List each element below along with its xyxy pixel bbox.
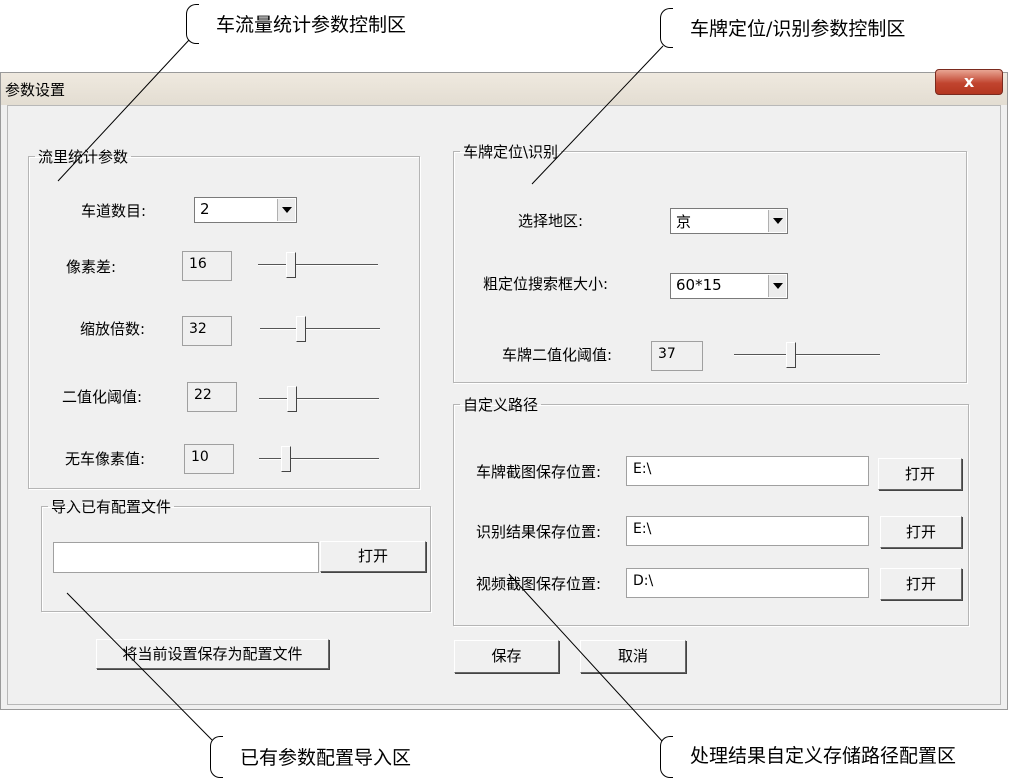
window-title: 参数设置 <box>5 81 66 99</box>
pixel-diff-label: 像素差: <box>66 258 117 276</box>
binary-threshold-value: 22 <box>187 382 237 412</box>
region-label: 选择地区: <box>518 212 584 230</box>
region-value: 京 <box>676 213 692 231</box>
empty-pixel-slider[interactable] <box>259 444 379 474</box>
open-video-crop-button[interactable]: 打开 <box>880 568 962 600</box>
open-plate-crop-button[interactable]: 打开 <box>878 458 962 490</box>
callout-bracket <box>210 736 223 778</box>
plate-crop-path-input[interactable]: E:\ <box>626 456 869 486</box>
plate-binary-value: 37 <box>651 341 703 371</box>
slider-thumb[interactable] <box>786 342 796 368</box>
callout-bracket <box>660 8 673 48</box>
slider-thumb[interactable] <box>281 446 291 472</box>
import-config-legend: 导入已有配置文件 <box>51 498 172 516</box>
pixel-diff-slider[interactable] <box>258 250 378 280</box>
close-button[interactable]: x <box>935 69 1003 95</box>
zoom-slider[interactable] <box>260 314 380 344</box>
slider-thumb[interactable] <box>296 316 306 342</box>
zoom-label: 缩放倍数: <box>80 320 146 338</box>
open-config-button[interactable]: 打开 <box>320 541 426 572</box>
search-size-select[interactable]: 60*15 <box>670 273 788 299</box>
callout-path-area: 处理结果自定义存储路径配置区 <box>690 745 957 767</box>
empty-pixel-value: 10 <box>184 444 234 474</box>
callout-plate-params: 车牌定位/识别参数控制区 <box>690 18 906 40</box>
lanes-value: 2 <box>200 200 210 218</box>
slider-thumb[interactable] <box>286 252 296 278</box>
lanes-select[interactable]: 2 <box>194 197 297 223</box>
config-file-path-input[interactable] <box>53 542 319 573</box>
search-size-label: 粗定位搜索框大小: <box>483 275 609 293</box>
title-bar[interactable]: 参数设置 x <box>1 69 1007 105</box>
empty-pixel-label: 无车像素值: <box>65 450 146 468</box>
plate-binary-label: 车牌二值化阈值: <box>502 346 613 364</box>
binary-threshold-slider[interactable] <box>259 384 379 414</box>
chevron-down-icon[interactable] <box>768 275 786 297</box>
callout-import-area: 已有参数配置导入区 <box>240 747 412 769</box>
search-size-value: 60*15 <box>676 276 722 294</box>
chevron-down-icon[interactable] <box>277 199 295 221</box>
plate-binary-slider[interactable] <box>734 340 880 370</box>
save-button[interactable]: 保存 <box>454 640 559 673</box>
cancel-button[interactable]: 取消 <box>580 640 686 673</box>
slider-thumb[interactable] <box>287 386 297 412</box>
settings-dialog: 参数设置 x 流里统计参数 车道数目: 2 像素差: 16 缩放倍数: 32 二… <box>0 69 1008 710</box>
video-crop-path-input[interactable]: D:\ <box>626 568 869 598</box>
binary-threshold-label: 二值化阈值: <box>62 388 143 406</box>
result-path-input[interactable]: E:\ <box>626 516 869 546</box>
lanes-label: 车道数目: <box>81 202 147 220</box>
custom-paths-legend: 自定义路径 <box>463 396 539 414</box>
callout-bracket <box>660 736 673 778</box>
video-crop-path-label: 视频截图保存位置: <box>476 575 602 593</box>
plate-crop-path-label: 车牌截图保存位置: <box>476 463 602 481</box>
callout-bracket <box>186 4 199 44</box>
zoom-value: 32 <box>182 316 232 346</box>
flow-params-legend: 流里统计参数 <box>38 148 129 166</box>
plate-params-legend: 车牌定位\识别 <box>463 143 559 161</box>
result-path-label: 识别结果保存位置: <box>476 523 602 541</box>
callout-flow-params: 车流量统计参数控制区 <box>216 14 407 36</box>
dialog-body: 流里统计参数 车道数目: 2 像素差: 16 缩放倍数: 32 二值化阈值: 2… <box>7 105 1001 705</box>
region-select[interactable]: 京 <box>670 208 788 234</box>
pixel-diff-value: 16 <box>182 251 232 281</box>
open-result-button[interactable]: 打开 <box>880 516 962 548</box>
chevron-down-icon[interactable] <box>768 210 786 232</box>
save-as-config-button[interactable]: 将当前设置保存为配置文件 <box>96 639 329 669</box>
